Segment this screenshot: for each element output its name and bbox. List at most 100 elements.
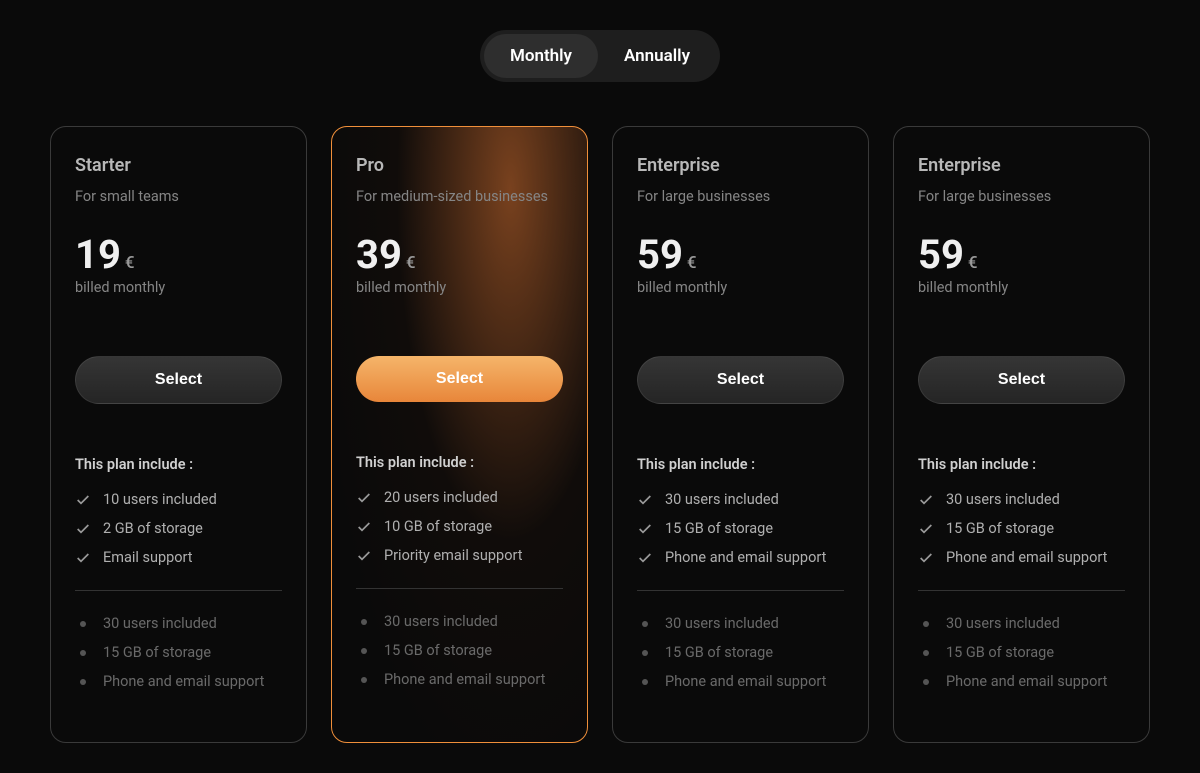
toggle-monthly-button[interactable]: Monthly <box>484 34 598 78</box>
feature-item: 2 GB of storage <box>75 520 282 537</box>
check-icon <box>356 519 372 535</box>
feature-list: 20 users included 10 GB of storage Priorit… <box>356 489 563 564</box>
features-section-title: This plan include : <box>637 456 844 473</box>
dot-icon <box>642 650 648 656</box>
plan-billing: billed monthly <box>356 279 563 296</box>
unavailable-feature-label: Phone and email support <box>103 673 264 690</box>
feature-label: 20 users included <box>384 489 498 506</box>
unavailable-feature-label: 15 GB of storage <box>665 644 773 661</box>
unavailable-feature-label: Phone and email support <box>384 671 545 688</box>
plan-price: 59 <box>918 235 964 275</box>
check-icon <box>75 550 91 566</box>
plan-currency: € <box>406 253 416 273</box>
unavailable-feature-label: 15 GB of storage <box>946 644 1054 661</box>
feature-item: 10 GB of storage <box>356 518 563 535</box>
dot-icon <box>80 621 86 627</box>
unavailable-feature-label: 30 users included <box>384 613 498 630</box>
unavailable-feature-item: 30 users included <box>918 615 1125 632</box>
unavailable-feature-label: 15 GB of storage <box>384 642 492 659</box>
dot-icon <box>923 679 929 685</box>
divider <box>75 590 282 591</box>
pricing-cards-container: StarterFor small teams19€billed monthlyS… <box>50 126 1150 743</box>
select-button[interactable]: Select <box>356 356 563 402</box>
feature-list: 10 users included 2 GB of storage Email su… <box>75 491 282 566</box>
plan-price: 19 <box>75 235 121 275</box>
feature-label: 30 users included <box>665 491 779 508</box>
plan-name: Pro <box>356 155 563 176</box>
plan-billing: billed monthly <box>918 279 1125 296</box>
check-icon <box>637 492 653 508</box>
feature-label: 2 GB of storage <box>103 520 203 537</box>
check-icon <box>918 521 934 537</box>
feature-item: 30 users included <box>918 491 1125 508</box>
unavailable-feature-list: 30 users included 15 GB of storage Phone a… <box>356 613 563 688</box>
dot-icon <box>361 677 367 683</box>
pricing-card: Pro For medium-sized businesses 39€ billed … <box>331 126 588 743</box>
plan-billing: billed monthly <box>75 279 282 296</box>
check-icon <box>356 490 372 506</box>
unavailable-feature-item: 30 users included <box>75 615 282 632</box>
check-icon <box>918 550 934 566</box>
plan-description: For large businesses <box>918 188 1125 205</box>
plan-currency: € <box>968 253 978 273</box>
feature-label: 30 users included <box>946 491 1060 508</box>
price-row: 39€ <box>356 235 563 275</box>
plan-name: Enterprise <box>637 155 844 176</box>
check-icon <box>918 492 934 508</box>
feature-list: 30 users included 15 GB of storage Phone a… <box>637 491 844 566</box>
unavailable-feature-item: 15 GB of storage <box>75 644 282 661</box>
unavailable-feature-list: 30 users included 15 GB of storage Phone a… <box>918 615 1125 690</box>
features-section-title: This plan include : <box>75 456 282 473</box>
dot-icon <box>642 621 648 627</box>
select-button[interactable]: Select <box>918 356 1125 404</box>
unavailable-feature-label: 30 users included <box>665 615 779 632</box>
check-icon <box>75 492 91 508</box>
unavailable-feature-item: Phone and email support <box>356 671 563 688</box>
check-icon <box>356 548 372 564</box>
plan-description: For large businesses <box>637 188 844 205</box>
unavailable-feature-item: 30 users included <box>356 613 563 630</box>
unavailable-feature-item: 15 GB of storage <box>637 644 844 661</box>
feature-item: 15 GB of storage <box>637 520 844 537</box>
divider <box>356 588 563 589</box>
pricing-card: Enterprise For large businesses 59€ billed … <box>893 126 1150 743</box>
check-icon <box>637 550 653 566</box>
unavailable-feature-item: Phone and email support <box>918 673 1125 690</box>
check-icon <box>75 521 91 537</box>
pricing-card: StarterFor small teams19€billed monthlyS… <box>50 126 307 743</box>
dot-icon <box>923 621 929 627</box>
pricing-card: EnterpriseFor large businesses59€billed … <box>612 126 869 743</box>
divider <box>637 590 844 591</box>
plan-name: Enterprise <box>918 155 1125 176</box>
feature-item: Priority email support <box>356 547 563 564</box>
unavailable-feature-label: Phone and email support <box>665 673 826 690</box>
feature-item: Phone and email support <box>637 549 844 566</box>
feature-label: 15 GB of storage <box>946 520 1054 537</box>
feature-label: Priority email support <box>384 547 522 564</box>
feature-label: Phone and email support <box>665 549 826 566</box>
unavailable-feature-item: Phone and email support <box>75 673 282 690</box>
plan-description: For medium-sized businesses <box>356 188 563 205</box>
feature-item: 20 users included <box>356 489 563 506</box>
feature-item: Email support <box>75 549 282 566</box>
feature-label: Phone and email support <box>946 549 1107 566</box>
unavailable-feature-item: 30 users included <box>637 615 844 632</box>
feature-label: 10 users included <box>103 491 217 508</box>
unavailable-feature-list: 30 users included 15 GB of storage Phone a… <box>75 615 282 690</box>
dot-icon <box>923 650 929 656</box>
unavailable-feature-label: 30 users included <box>946 615 1060 632</box>
plan-price: 59 <box>637 235 683 275</box>
price-row: 59€ <box>637 235 844 275</box>
select-button[interactable]: Select <box>75 356 282 404</box>
unavailable-feature-item: Phone and email support <box>637 673 844 690</box>
feature-list: 30 users included 15 GB of storage Phone a… <box>918 491 1125 566</box>
plan-price: 39 <box>356 235 402 275</box>
divider <box>918 590 1125 591</box>
billing-toggle: Monthly Annually <box>480 30 720 82</box>
plan-currency: € <box>687 253 697 273</box>
dot-icon <box>80 679 86 685</box>
price-row: 19€ <box>75 235 282 275</box>
toggle-annually-button[interactable]: Annually <box>598 34 716 78</box>
dot-icon <box>361 648 367 654</box>
select-button[interactable]: Select <box>637 356 844 404</box>
